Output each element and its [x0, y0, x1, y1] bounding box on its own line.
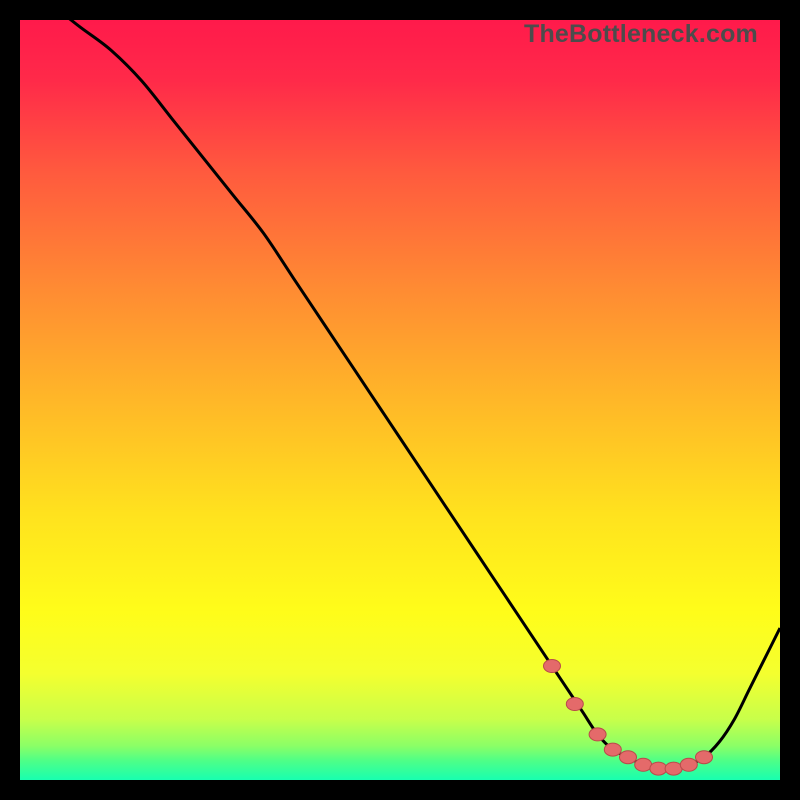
watermark-text: TheBottleneck.com: [524, 20, 758, 49]
marker-point: [544, 660, 561, 673]
chart-frame: TheBottleneck.com: [20, 20, 780, 780]
marker-point: [635, 758, 652, 771]
marker-point: [665, 762, 682, 775]
gradient-background: [20, 20, 780, 780]
marker-point: [604, 743, 621, 756]
marker-point: [696, 751, 713, 764]
marker-point: [650, 762, 667, 775]
marker-point: [680, 758, 697, 771]
marker-point: [589, 728, 606, 741]
marker-point: [620, 751, 637, 764]
marker-point: [566, 698, 583, 711]
chart-svg: [20, 20, 780, 780]
